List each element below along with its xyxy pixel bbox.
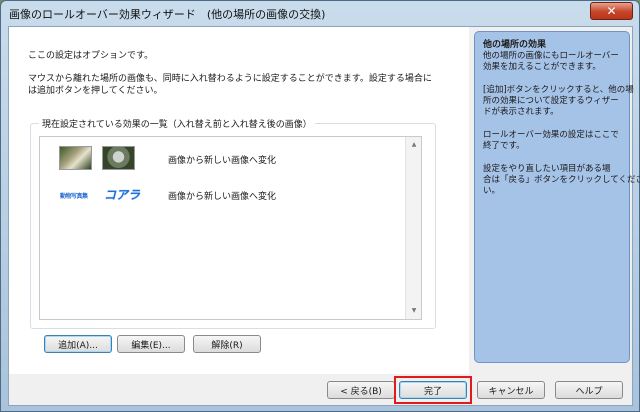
before-text-image: 動物写真集 — [60, 193, 88, 200]
list-item[interactable]: 動物写真集 コアラ 画像から新しい画像へ変化 — [40, 183, 406, 209]
koala-thumbnail — [102, 146, 135, 170]
title-bar[interactable]: 画像のロールオーバー効果ウィザード (他の場所の画像の交換) ✕ — [1, 1, 639, 25]
side-panel-line: ドが表示されます。 — [483, 107, 559, 117]
wizard-window: 画像のロールオーバー効果ウィザード (他の場所の画像の交換) ✕ ここの設定はオ… — [0, 0, 640, 412]
list-scrollbar[interactable]: ▲ ▼ — [405, 137, 421, 319]
edit-button[interactable]: 編集(E)... — [117, 335, 185, 353]
side-panel-line: 効果を加えることができます。 — [483, 62, 601, 72]
optional-note: ここの設定はオプションです。 — [28, 51, 154, 61]
description-line-2: は追加ボタンを押してください。 — [28, 86, 163, 96]
main-content: ここの設定はオプションです。 マウスから離れた場所の画像も、同時に入れ替わるよう… — [9, 27, 469, 374]
help-side-panel: 他の場所の効果 他の場所の画像にもロールオーバー 効果を加えることができます。 … — [474, 31, 640, 363]
list-item[interactable]: 画像から新しい画像へ変化 — [40, 146, 406, 172]
close-button[interactable]: ✕ — [590, 2, 633, 20]
side-panel-line: 合は「戻る」ボタンをクリックしてくださ — [483, 175, 640, 185]
scroll-up-icon[interactable]: ▲ — [406, 137, 422, 153]
effects-group-label: 現在設定されている効果の一覧（入れ替え前と入れ替え後の画像） — [39, 117, 315, 130]
delete-button[interactable]: 解除(R) — [193, 335, 261, 353]
effects-list[interactable]: 画像から新しい画像へ変化 動物写真集 コアラ 画像から新しい画像へ変化 ▲ ▼ — [39, 136, 422, 320]
tiger-thumbnail — [59, 146, 92, 170]
finish-button[interactable]: 完了 — [399, 381, 467, 399]
window-title: 画像のロールオーバー効果ウィザード (他の場所の画像の交換) — [9, 8, 326, 21]
cancel-button[interactable]: キャンセル — [477, 381, 545, 399]
side-panel-line: い。 — [483, 186, 501, 196]
help-button[interactable]: ヘルプ — [555, 381, 623, 399]
side-panel-line: 終了です。 — [483, 141, 525, 151]
back-button[interactable]: < 戻る(B) — [327, 381, 395, 399]
effect-label: 画像から新しい画像へ変化 — [168, 192, 277, 202]
dialog-client-area: ここの設定はオプションです。 マウスから離れた場所の画像も、同時に入れ替わるよう… — [8, 26, 640, 406]
add-button[interactable]: 追加(A)... — [44, 335, 112, 353]
effect-label: 画像から新しい画像へ変化 — [168, 156, 277, 166]
after-text-image: コアラ — [104, 188, 141, 202]
scroll-down-icon[interactable]: ▼ — [406, 303, 422, 319]
close-icon: ✕ — [606, 4, 617, 18]
